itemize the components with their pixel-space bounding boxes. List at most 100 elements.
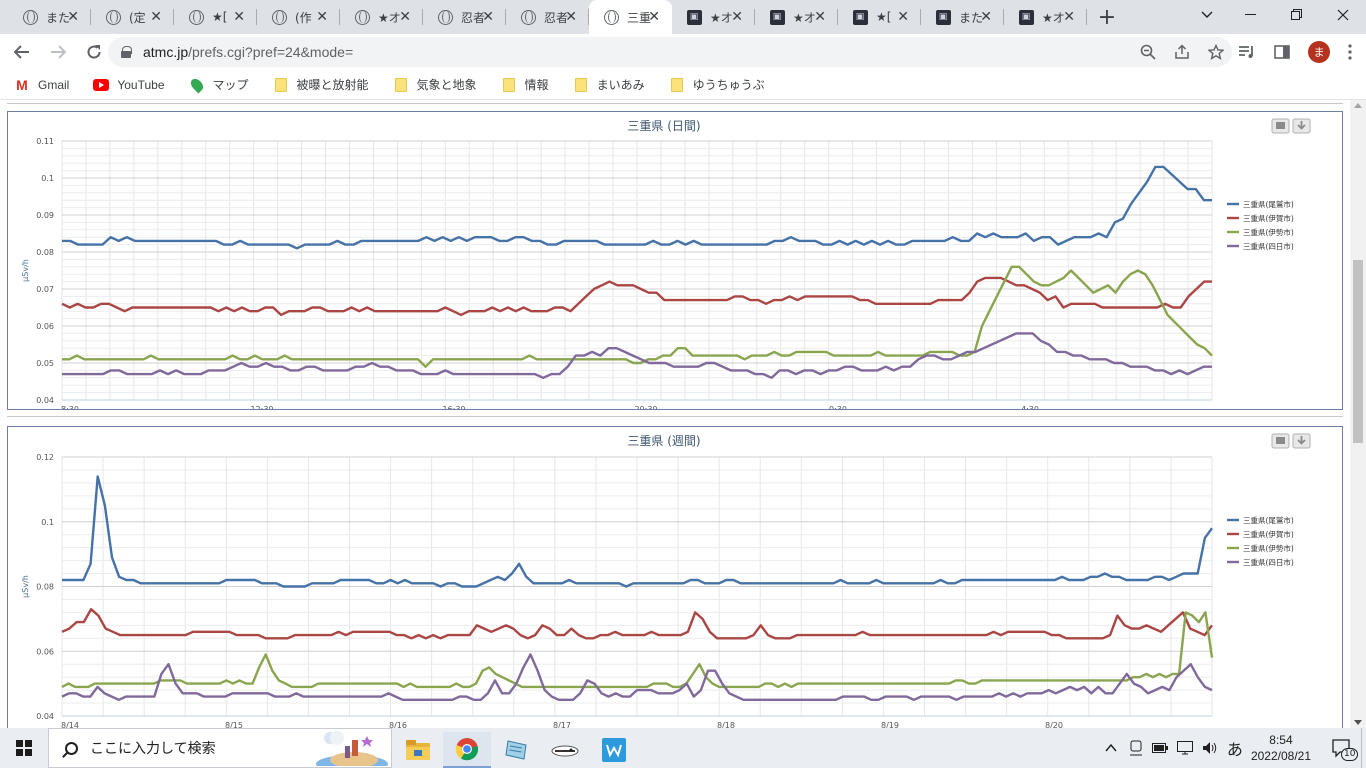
browser-tab[interactable]: ★[✕ xyxy=(174,0,257,34)
bookmark-item[interactable]: 被曝と放射能 xyxy=(273,76,369,93)
ime-indicator[interactable]: あ xyxy=(1227,736,1243,760)
browser-tab[interactable]: ★オ ✕ xyxy=(340,0,423,34)
bookmark-item[interactable]: まいあみ xyxy=(573,76,645,93)
bookmark-item[interactable]: マップ xyxy=(188,76,249,93)
tab-close-icon[interactable]: ✕ xyxy=(150,9,162,25)
browser-tab[interactable]: ▣ ★オ ✕ xyxy=(755,0,838,34)
browser-tab[interactable]: ▣ ★[✕ xyxy=(838,0,921,34)
reading-list-icon[interactable] xyxy=(1238,44,1256,60)
browser-tab[interactable]: 三重 ✕ xyxy=(589,0,672,34)
browser-tab[interactable]: (定 ✕ xyxy=(91,0,174,34)
search-placeholder: ここに入力して検索 xyxy=(90,741,216,757)
browser-tab[interactable]: また ✕ xyxy=(8,0,91,34)
tab-close-icon[interactable]: ✕ xyxy=(897,9,909,25)
battery-icon[interactable] xyxy=(1151,741,1168,755)
address-bar[interactable]: atmc.jp/prefs.cgi?pref=24&mode= xyxy=(108,37,1232,67)
legend-item[interactable]: 三重県(四日市) xyxy=(1227,557,1294,567)
notepad-taskbar-button[interactable] xyxy=(492,732,540,768)
browser-tab[interactable]: 忍者 ✕ xyxy=(506,0,589,34)
legend-item[interactable]: 三重県(伊勢市) xyxy=(1227,227,1294,237)
y-tick-label: 0.08 xyxy=(36,583,54,592)
meet-now-icon[interactable] xyxy=(1129,740,1143,756)
legend-item[interactable]: 三重県(四日市) xyxy=(1227,241,1294,251)
clock[interactable]: 8:54 2022/08/21 xyxy=(1251,732,1311,764)
legend-item[interactable]: 三重県(伊賀市) xyxy=(1227,213,1294,223)
download-button[interactable] xyxy=(1292,118,1311,134)
browser-tab[interactable]: ▣ ★オ ✕ xyxy=(1004,0,1087,34)
app-taskbar-button[interactable] xyxy=(541,732,589,768)
url-text[interactable]: atmc.jp/prefs.cgi?pref=24&mode= xyxy=(143,44,353,60)
word-app-taskbar-button[interactable] xyxy=(590,732,638,768)
search-highlight-illustration[interactable] xyxy=(312,730,390,766)
tab-close-icon[interactable]: ✕ xyxy=(1063,9,1075,25)
back-arrow-icon xyxy=(14,45,29,59)
restore-button[interactable] xyxy=(1274,0,1320,30)
more-menu-icon[interactable] xyxy=(1348,44,1352,60)
scroll-thumb[interactable] xyxy=(1353,260,1363,443)
page-content: 三重県 (日間) 0.04 0.05 0.06 0.07 0.08 0.09 0.1 0.11 μ… xyxy=(0,100,1350,728)
tab-close-icon[interactable]: ✕ xyxy=(731,9,743,25)
print-button[interactable] xyxy=(1271,433,1290,449)
bookmark-item[interactable]: ゆうちゅうぶ xyxy=(669,76,765,93)
volume-icon[interactable] xyxy=(1202,741,1218,755)
bookmark-item[interactable]: M Gmail xyxy=(14,77,70,93)
x-tick-label: 8/18 xyxy=(717,721,735,728)
reload-button[interactable] xyxy=(78,36,110,68)
scroll-down-arrow[interactable] xyxy=(1354,720,1362,725)
bookmark-item[interactable]: 気象と地象 xyxy=(393,76,477,93)
new-tab-button[interactable]: + xyxy=(1087,0,1127,34)
bookmark-label: 気象と地象 xyxy=(416,78,477,92)
tab-close-icon[interactable]: ✕ xyxy=(565,9,577,25)
tab-search-button[interactable] xyxy=(1184,0,1230,30)
chrome-taskbar-button[interactable] xyxy=(443,732,491,768)
forward-button[interactable] xyxy=(42,36,74,68)
zoom-icon[interactable] xyxy=(1140,44,1156,60)
network-icon[interactable] xyxy=(1176,741,1193,755)
browser-tab[interactable]: ▣ ★オ ✕ xyxy=(672,0,755,34)
y-tick-label: 0.1 xyxy=(41,518,54,527)
tab-close-icon[interactable]: ✕ xyxy=(648,9,660,25)
bookmark-label: YouTube xyxy=(117,77,165,92)
avatar[interactable]: ま xyxy=(1308,41,1330,63)
tab-close-icon[interactable]: ✕ xyxy=(980,9,992,25)
share-icon[interactable] xyxy=(1174,44,1190,60)
tab-close-icon[interactable]: ✕ xyxy=(67,9,79,25)
bookmark-item[interactable]: 情報 xyxy=(501,76,549,93)
print-button[interactable] xyxy=(1271,118,1290,134)
scroll-up-arrow[interactable] xyxy=(1354,103,1362,108)
tab-close-icon[interactable]: ✕ xyxy=(316,9,328,25)
tab-close-icon[interactable]: ✕ xyxy=(399,9,411,25)
tab-close-icon[interactable]: ✕ xyxy=(233,9,245,25)
dark-site-icon: ▣ xyxy=(769,9,785,25)
show-desktop-button[interactable] xyxy=(1361,728,1366,768)
bookmark-label: Gmail xyxy=(38,77,70,92)
chevron-up-icon[interactable] xyxy=(1105,743,1117,753)
legend-item[interactable]: 三重県(尾鷲市) xyxy=(1227,515,1294,525)
legend-item[interactable]: 三重県(伊勢市) xyxy=(1227,543,1294,553)
x-tick-label: 8/19 xyxy=(881,721,899,728)
start-button[interactable] xyxy=(0,728,48,768)
legend-item[interactable]: 三重県(尾鷲市) xyxy=(1227,199,1294,209)
lock-icon[interactable] xyxy=(121,46,132,58)
notification-center-button[interactable]: 10 xyxy=(1321,738,1361,761)
browser-tab[interactable]: (作 ✕ xyxy=(257,0,340,34)
file-explorer-button[interactable] xyxy=(394,732,442,768)
folder-icon xyxy=(406,740,430,760)
tab-close-icon[interactable]: ✕ xyxy=(482,9,494,25)
legend-item[interactable]: 三重県(伊賀市) xyxy=(1227,529,1294,539)
download-button[interactable] xyxy=(1292,433,1311,449)
tab-close-icon[interactable]: ✕ xyxy=(814,9,826,25)
side-panel-icon[interactable] xyxy=(1274,44,1290,60)
folder-icon xyxy=(573,77,589,92)
page-scrollbar[interactable] xyxy=(1350,100,1366,728)
browser-tab[interactable]: ▣ また ✕ xyxy=(921,0,1004,34)
minimize-button[interactable] xyxy=(1228,0,1274,30)
back-button[interactable] xyxy=(6,36,38,68)
bookmark-item[interactable]: YouTube xyxy=(93,77,165,92)
browser-tab[interactable]: 忍者 ✕ xyxy=(423,0,506,34)
x-tick-label: 16:30 xyxy=(442,405,465,409)
close-window-button[interactable] xyxy=(1320,0,1366,30)
x-tick-label: 20:30 xyxy=(634,405,657,409)
bookmark-star-icon[interactable] xyxy=(1208,44,1224,60)
dark-site-icon: ▣ xyxy=(852,9,868,25)
